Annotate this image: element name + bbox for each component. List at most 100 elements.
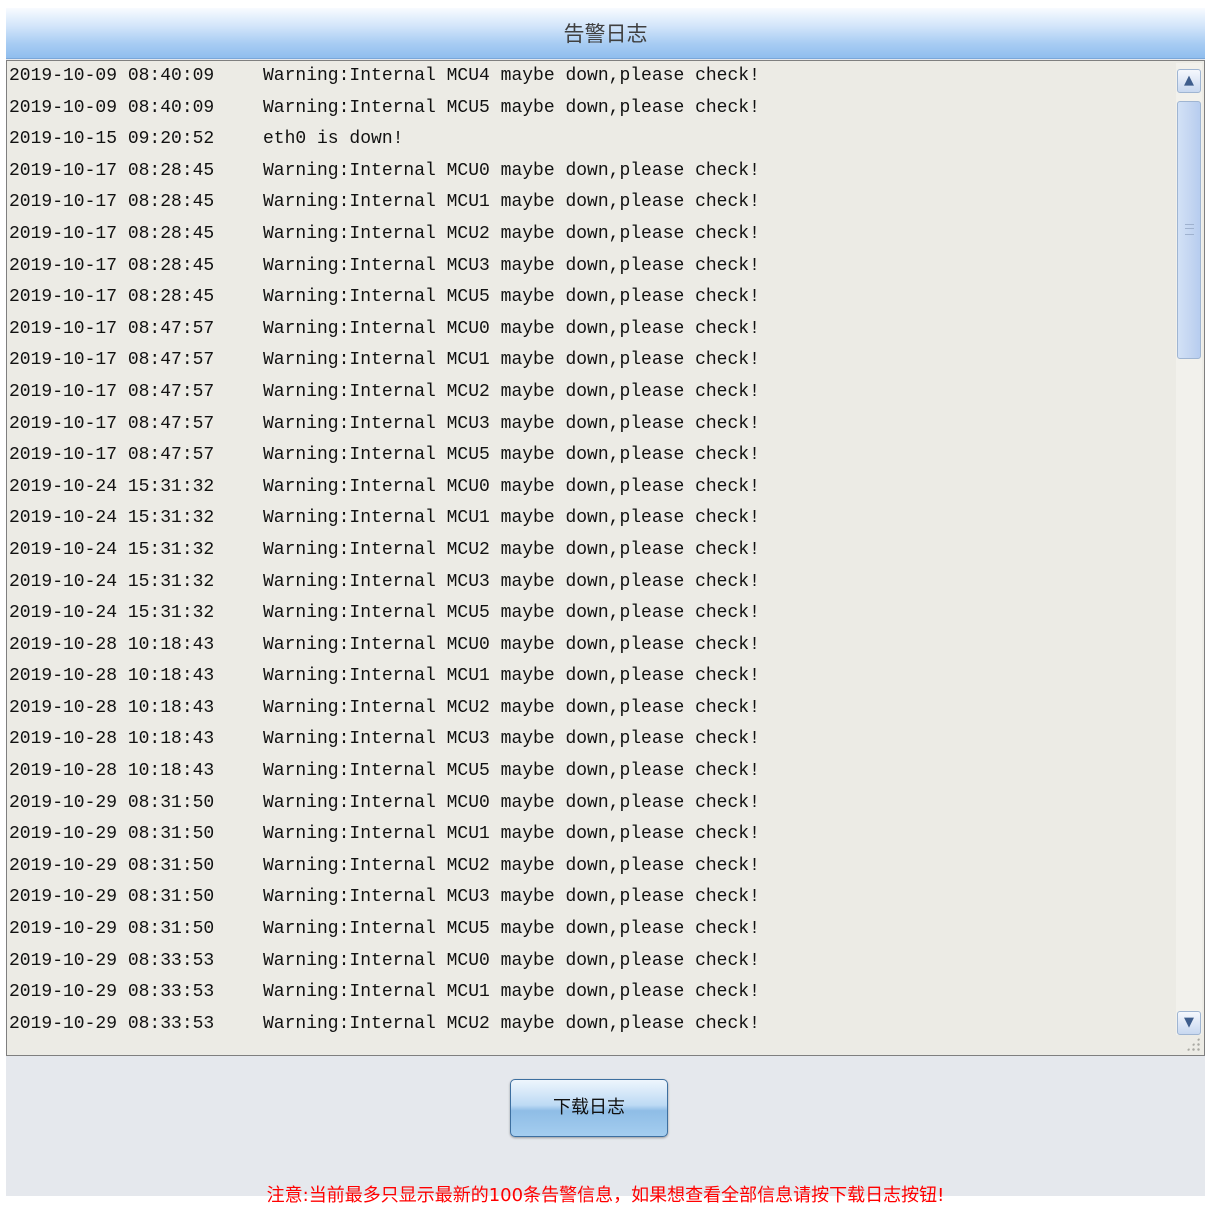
log-message: Warning:Internal MCU0 maybe down,please … <box>263 318 760 339</box>
page-title: 告警日志 <box>563 22 648 46</box>
log-message: Warning:Internal MCU1 maybe down,please … <box>263 192 760 213</box>
log-message: Warning:Internal MCU3 maybe down,please … <box>263 729 760 750</box>
log-row: 2019-10-17 08:28:45 Warning:Internal MCU5… <box>9 282 1171 314</box>
log-timestamp: 2019-10-28 10:18:43 <box>9 666 215 687</box>
log-message: Warning:Internal MCU1 maybe down,please … <box>263 508 760 529</box>
log-timestamp: 2019-10-17 08:47:57 <box>9 381 215 402</box>
log-row: 2019-10-17 08:47:57 Warning:Internal MCU1… <box>9 345 1171 377</box>
log-row: 2019-10-17 08:47:57 Warning:Internal MCU2… <box>9 377 1171 409</box>
alarm-log-panel: 告警日志 2019-10-09 08:40:09 Warning:Internal… <box>6 8 1205 1206</box>
log-message: Warning:Internal MCU3 maybe down,please … <box>263 413 760 434</box>
log-lines: 2019-10-09 08:40:09 Warning:Internal MCU4… <box>9 61 1171 1055</box>
log-message: Warning:Internal MCU2 maybe down,please … <box>263 1013 760 1034</box>
log-message: Warning:Internal MCU0 maybe down,please … <box>263 950 760 971</box>
log-timestamp: 2019-10-29 08:31:50 <box>9 824 215 845</box>
log-row: 2019-10-17 08:28:45 Warning:Internal MCU2… <box>9 219 1171 251</box>
scroll-up-icon[interactable]: ▲ <box>1177 69 1201 93</box>
log-message: Warning:Internal MCU3 maybe down,please … <box>263 571 760 592</box>
log-message: Warning:Internal MCU2 maybe down,please … <box>263 855 760 876</box>
log-row: 2019-10-28 10:18:43 Warning:Internal MCU0… <box>9 630 1171 662</box>
log-timestamp: 2019-10-17 08:47:57 <box>9 318 215 339</box>
log-row: 2019-10-29 08:33:53 Warning:Internal MCU0… <box>9 946 1171 978</box>
log-timestamp: 2019-10-29 08:31:50 <box>9 887 215 908</box>
log-message: Warning:Internal MCU3 maybe down,please … <box>263 887 760 908</box>
log-message: Warning:Internal MCU5 maybe down,please … <box>263 287 760 308</box>
title-bar: 告警日志 <box>6 8 1205 59</box>
log-row: 2019-10-17 08:28:45 Warning:Internal MCU1… <box>9 187 1171 219</box>
log-message: Warning:Internal MCU5 maybe down,please … <box>263 445 760 466</box>
log-message: Warning:Internal MCU1 maybe down,please … <box>263 666 760 687</box>
log-timestamp: 2019-10-17 08:28:45 <box>9 287 215 308</box>
log-row: 2019-10-09 08:40:09 Warning:Internal MCU5… <box>9 93 1171 125</box>
log-message: eth0 is down! <box>263 129 404 150</box>
log-row: 2019-10-15 09:20:52 eth0 is down! <box>9 124 1171 156</box>
log-timestamp: 2019-10-15 09:20:52 <box>9 129 215 150</box>
log-message: Warning:Internal MCU2 maybe down,please … <box>263 697 760 718</box>
log-timestamp: 2019-10-17 08:47:57 <box>9 413 215 434</box>
log-timestamp: 2019-10-09 08:40:09 <box>9 66 215 86</box>
log-message: Warning:Internal MCU2 maybe down,please … <box>263 381 760 402</box>
log-row: 2019-10-17 08:28:45 Warning:Internal MCU0… <box>9 156 1171 188</box>
log-timestamp: 2019-10-29 08:31:50 <box>9 792 215 813</box>
download-log-button[interactable]: 下载日志 <box>510 1079 668 1137</box>
log-row: 2019-10-17 08:47:57 Warning:Internal MCU3… <box>9 409 1171 441</box>
log-message: Warning:Internal MCU1 maybe down,please … <box>263 824 760 845</box>
log-timestamp: 2019-10-24 15:31:32 <box>9 476 215 497</box>
log-row: 2019-10-24 15:31:32 Warning:Internal MCU2… <box>9 535 1171 567</box>
log-timestamp: 2019-10-29 08:33:53 <box>9 1013 215 1034</box>
log-timestamp: 2019-10-28 10:18:43 <box>9 697 215 718</box>
log-timestamp: 2019-10-29 08:31:50 <box>9 855 215 876</box>
log-message: Warning:Internal MCU1 maybe down,please … <box>263 350 760 371</box>
log-timestamp: 2019-10-17 08:28:45 <box>9 192 215 213</box>
log-timestamp: 2019-10-28 10:18:43 <box>9 761 215 782</box>
log-timestamp: 2019-10-17 08:28:45 <box>9 255 215 276</box>
log-message: Warning:Internal MCU5 maybe down,please … <box>263 603 760 624</box>
log-message: Warning:Internal MCU5 maybe down,please … <box>263 919 760 940</box>
log-row: 2019-10-29 08:31:50 Warning:Internal MCU1… <box>9 819 1171 851</box>
log-message: Warning:Internal MCU0 maybe down,please … <box>263 792 760 813</box>
log-timestamp: 2019-10-17 08:28:45 <box>9 223 215 244</box>
log-row: 2019-10-29 08:31:50 Warning:Internal MCU3… <box>9 882 1171 914</box>
log-row: 2019-10-29 08:31:50 Warning:Internal MCU0… <box>9 788 1171 820</box>
log-timestamp: 2019-10-29 08:31:50 <box>9 919 215 940</box>
log-row: 2019-10-17 08:47:57 Warning:Internal MCU0… <box>9 314 1171 346</box>
log-message: Warning:Internal MCU0 maybe down,please … <box>263 476 760 497</box>
log-message: Warning:Internal MCU0 maybe down,please … <box>263 634 760 655</box>
log-timestamp: 2019-10-24 15:31:32 <box>9 571 215 592</box>
log-timestamp: 2019-10-29 08:33:53 <box>9 950 215 971</box>
log-timestamp: 2019-10-17 08:47:57 <box>9 350 215 371</box>
log-row: 2019-10-24 15:31:32 Warning:Internal MCU1… <box>9 503 1171 535</box>
log-message: Warning:Internal MCU5 maybe down,please … <box>263 761 760 782</box>
log-timestamp: 2019-10-09 08:40:09 <box>9 97 215 118</box>
log-row: 2019-10-28 10:18:43 Warning:Internal MCU3… <box>9 724 1171 756</box>
alarm-log-textarea[interactable]: 2019-10-09 08:40:09 Warning:Internal MCU4… <box>6 60 1205 1056</box>
notice-text: 注意:当前最多只显示最新的100条告警信息，如果想查看全部信息请按下载日志按钮! <box>266 1185 945 1206</box>
resize-grip-icon[interactable] <box>1186 1037 1200 1051</box>
log-message: Warning:Internal MCU3 maybe down,please … <box>263 255 760 276</box>
log-row: 2019-10-28 10:18:43 Warning:Internal MCU5… <box>9 756 1171 788</box>
log-message: Warning:Internal MCU2 maybe down,please … <box>263 539 760 560</box>
log-timestamp: 2019-10-28 10:18:43 <box>9 729 215 750</box>
log-message: Warning:Internal MCU2 maybe down,please … <box>263 223 760 244</box>
log-timestamp: 2019-10-29 08:33:53 <box>9 982 215 1003</box>
log-message: Warning:Internal MCU1 maybe down,please … <box>263 982 760 1003</box>
log-message: Warning:Internal MCU4 maybe down,please … <box>263 66 760 86</box>
scroll-down-icon[interactable]: ▼ <box>1177 1011 1201 1035</box>
log-row: 2019-10-24 15:31:32 Warning:Internal MCU5… <box>9 598 1171 630</box>
log-timestamp: 2019-10-24 15:31:32 <box>9 539 215 560</box>
log-row: 2019-10-24 15:31:32 Warning:Internal MCU3… <box>9 567 1171 599</box>
log-row: 2019-10-17 08:47:57 Warning:Internal MCU5… <box>9 440 1171 472</box>
scroll-grip-icon <box>1185 224 1194 235</box>
log-row: 2019-10-28 10:18:43 Warning:Internal MCU2… <box>9 693 1171 725</box>
log-timestamp: 2019-10-28 10:18:43 <box>9 634 215 655</box>
log-row: 2019-10-17 08:28:45 Warning:Internal MCU3… <box>9 251 1171 283</box>
vertical-scrollbar[interactable]: ▲ ▼ <box>1176 63 1202 1035</box>
log-row: 2019-10-28 10:18:43 Warning:Internal MCU1… <box>9 661 1171 693</box>
log-message: Warning:Internal MCU5 maybe down,please … <box>263 97 760 118</box>
scroll-thumb[interactable] <box>1177 101 1201 359</box>
log-timestamp: 2019-10-17 08:28:45 <box>9 160 215 181</box>
log-row: 2019-10-29 08:31:50 Warning:Internal MCU2… <box>9 851 1171 883</box>
log-timestamp: 2019-10-17 08:47:57 <box>9 445 215 466</box>
log-row: 2019-10-29 08:33:53 Warning:Internal MCU2… <box>9 1009 1171 1041</box>
log-timestamp: 2019-10-24 15:31:32 <box>9 603 215 624</box>
